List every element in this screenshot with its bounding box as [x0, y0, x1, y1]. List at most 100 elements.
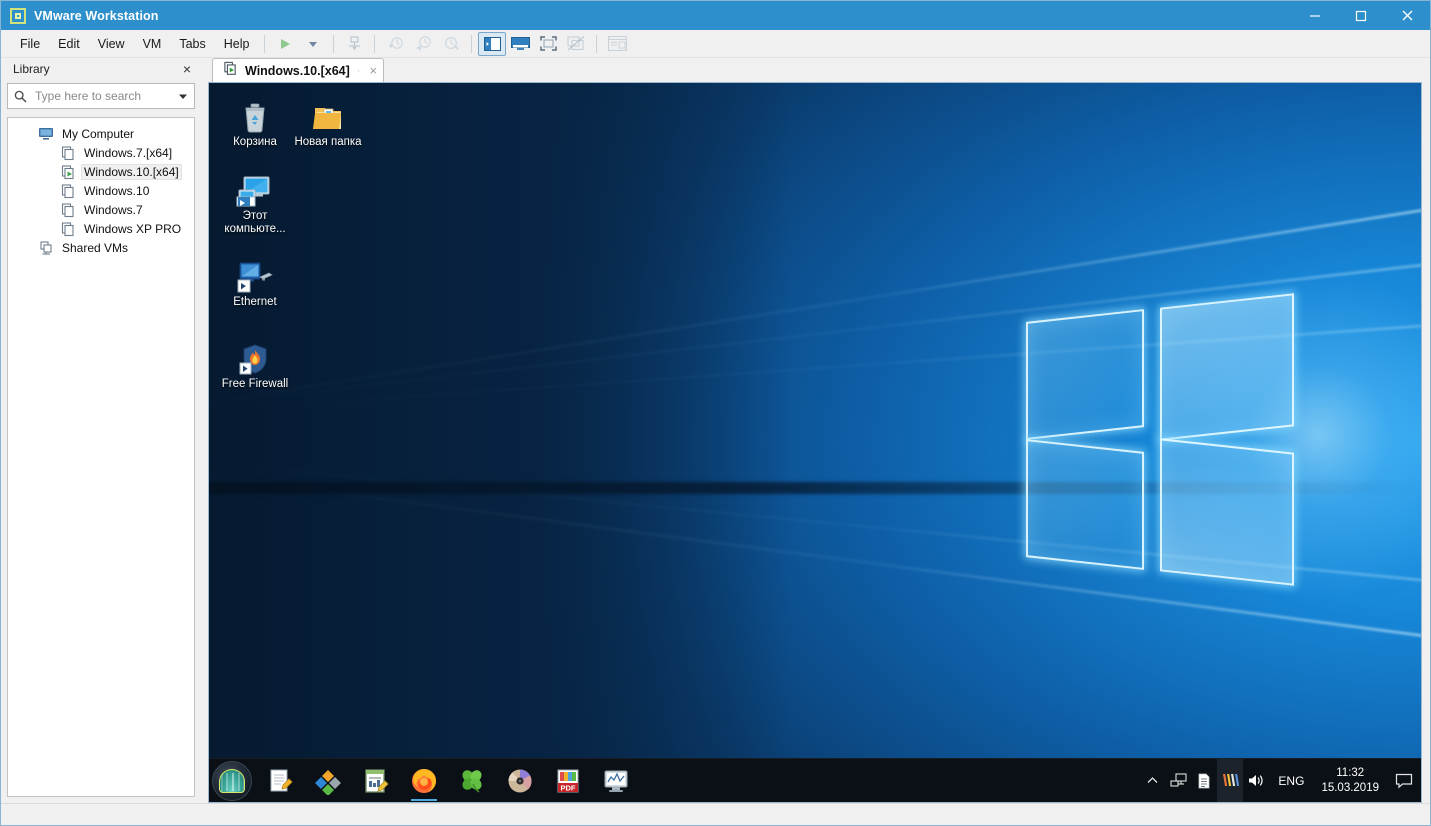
- svg-text:PDF: PDF: [561, 783, 576, 792]
- tray-document[interactable]: [1191, 759, 1217, 803]
- unity-mode-button[interactable]: [562, 32, 590, 56]
- taskbar-clover[interactable]: [448, 759, 496, 803]
- power-dropdown-button[interactable]: [299, 32, 327, 56]
- taskbar-editor-app[interactable]: [352, 759, 400, 803]
- tree-item-windows-10-x64[interactable]: Windows.10.[x64]: [8, 162, 194, 181]
- tree-item-windows-10[interactable]: Windows.10: [8, 181, 194, 200]
- search-placeholder: Type here to search: [35, 89, 142, 103]
- vm-tabstrip: Windows.10.[x64] · ×: [208, 58, 1422, 82]
- window-controls: [1292, 1, 1430, 30]
- toolbar-separator: [333, 34, 335, 53]
- tree-item-label: Windows.10.[x64]: [81, 163, 182, 180]
- chevron-up-icon: [1147, 777, 1158, 783]
- revert-snapshot-button[interactable]: [409, 32, 437, 56]
- tray-clock[interactable]: 11:32 15.03.2019: [1313, 766, 1387, 796]
- firefox-icon: [412, 768, 436, 793]
- tab-label: Windows.10.[x64]: [245, 63, 350, 78]
- power-on-button[interactable]: [271, 32, 299, 56]
- tree-item-label: My Computer: [62, 126, 135, 141]
- cd-disc-icon: [508, 769, 532, 792]
- computer-icon: [38, 126, 54, 142]
- folder-icon: [290, 91, 366, 133]
- clover-icon: [462, 769, 482, 793]
- search-icon: [14, 90, 27, 102]
- toolbar-separator: [374, 34, 376, 53]
- vm-pane: Windows.10.[x64] · × Корзина Новая папка…: [206, 58, 1430, 803]
- vm-icon: [60, 145, 76, 161]
- tray-clock-time: 11:32: [1336, 766, 1365, 779]
- vm-icon: [60, 202, 76, 218]
- w-stripes-icon: [1222, 774, 1239, 786]
- tray-show-hidden-icons[interactable]: [1139, 759, 1165, 803]
- tab-close-icon[interactable]: ×: [369, 63, 377, 78]
- tree-item-label: Windows XP PRO: [84, 221, 182, 236]
- snapshot-manager-button[interactable]: [437, 32, 465, 56]
- vmware-workstation-window: VMware Workstation File Edit View VM Tab…: [0, 0, 1431, 826]
- menu-help[interactable]: Help: [215, 33, 259, 55]
- menu-vm[interactable]: VM: [134, 33, 171, 55]
- vm-icon: [60, 183, 76, 199]
- fullscreen-button[interactable]: [534, 32, 562, 56]
- vm-running-icon: [60, 164, 76, 180]
- text-editor-icon: [365, 768, 389, 793]
- desktop-icon-ethernet[interactable]: Ethernet: [217, 251, 293, 309]
- menu-file[interactable]: File: [11, 33, 49, 55]
- taskbar-firefox[interactable]: [400, 759, 448, 803]
- desktop-icon-recycle-bin[interactable]: Корзина: [217, 91, 293, 149]
- tray-volume[interactable]: [1243, 759, 1269, 803]
- tab-windows-10-x64[interactable]: Windows.10.[x64] · ×: [212, 58, 385, 82]
- manage-snapshot-button[interactable]: [340, 32, 368, 56]
- minimize-button[interactable]: [1292, 1, 1338, 30]
- tray-w-app[interactable]: [1217, 758, 1244, 802]
- wallpaper-left-shadow: [209, 83, 791, 802]
- tree-item-shared-vms[interactable]: Shared VMs: [8, 238, 194, 257]
- preferences-button[interactable]: [603, 32, 631, 56]
- logo-pane-top-left: [1026, 308, 1145, 440]
- action-center-button[interactable]: [1387, 759, 1421, 803]
- vm-console-screen[interactable]: Корзина Новая папка Этот компьюте... Eth…: [208, 82, 1422, 803]
- taskbar-notepad[interactable]: [256, 759, 304, 803]
- menu-tabs[interactable]: Tabs: [170, 33, 214, 55]
- maximize-button[interactable]: [1338, 1, 1384, 30]
- menu-view[interactable]: View: [89, 33, 134, 55]
- status-bar: [1, 803, 1430, 825]
- desktop-icon-new-folder[interactable]: Новая папка: [290, 91, 366, 149]
- console-view-button[interactable]: [506, 32, 534, 56]
- desktop-icon-this-pc[interactable]: Этот компьюте...: [217, 165, 293, 236]
- desktop-icon-label: Новая папка: [294, 136, 362, 148]
- toggle-sidebar-button[interactable]: [478, 31, 507, 56]
- tray-clock-date: 15.03.2019: [1321, 781, 1379, 794]
- tree-item-label: Shared VMs: [62, 240, 129, 255]
- tree-item-windows-7[interactable]: Windows.7: [8, 200, 194, 219]
- taskbar-diamond-app[interactable]: [304, 759, 352, 803]
- this-pc-icon: [217, 165, 293, 207]
- tray-network[interactable]: [1165, 759, 1191, 803]
- library-header: Library ×: [7, 58, 195, 80]
- tray-language-indicator[interactable]: ENG: [1269, 774, 1313, 788]
- toolbar-separator: [471, 34, 473, 53]
- desktop-wallpaper: [209, 83, 1421, 802]
- chevron-down-icon[interactable]: [178, 91, 188, 101]
- start-button[interactable]: [212, 760, 252, 801]
- tree-item-label: Windows.7: [84, 202, 143, 217]
- document-icon: [1199, 773, 1210, 788]
- taskbar-pdf-app[interactable]: PDF: [544, 759, 592, 803]
- tree-item-windows-xp-pro[interactable]: Windows XP PRO: [8, 219, 194, 238]
- toolbar-separator: [264, 34, 266, 53]
- menu-edit[interactable]: Edit: [49, 33, 89, 55]
- desktop-icon-label: Корзина: [233, 136, 277, 148]
- vm-library-tree[interactable]: My Computer Windows.7.[x64] Windows.10.[…: [7, 117, 195, 797]
- pdf-icon: PDF: [557, 769, 579, 792]
- tab-pin-icon[interactable]: ·: [357, 65, 361, 77]
- library-close-icon[interactable]: ×: [183, 62, 191, 76]
- close-button[interactable]: [1384, 1, 1430, 30]
- recycle-bin-icon: [217, 91, 293, 133]
- taskbar-monitor-app[interactable]: [592, 759, 640, 803]
- desktop-icon-free-firewall[interactable]: Free Firewall: [217, 333, 293, 391]
- window-titlebar: VMware Workstation: [1, 1, 1430, 30]
- tree-item-windows-7-x64[interactable]: Windows.7.[x64]: [8, 143, 194, 162]
- taskbar-disc-app[interactable]: [496, 759, 544, 803]
- take-snapshot-button[interactable]: [381, 32, 409, 56]
- tree-item-my-computer[interactable]: My Computer: [8, 124, 194, 143]
- search-input[interactable]: Type here to search: [7, 83, 195, 109]
